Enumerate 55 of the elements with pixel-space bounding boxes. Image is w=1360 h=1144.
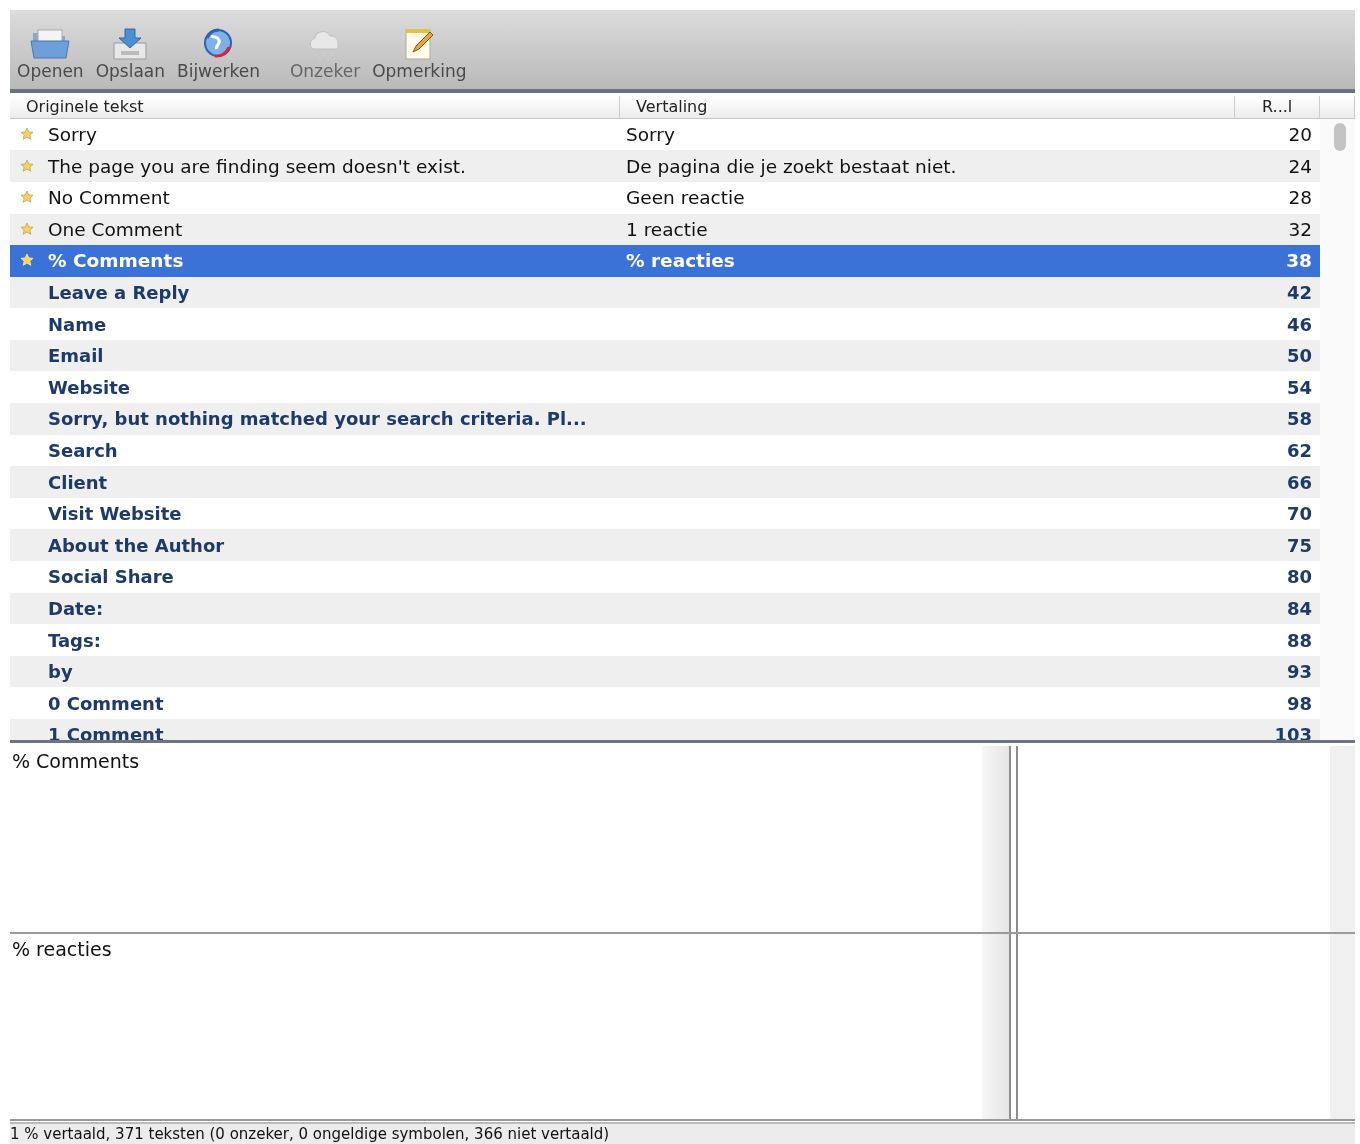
table-cell-text: 24 (1287, 155, 1313, 177)
table-cell-text: About the Author (48, 534, 226, 556)
table-cell-text: 50 (1285, 345, 1313, 367)
table-cell-text: Website (48, 376, 131, 398)
table-cell-text: Social Share (48, 566, 175, 588)
table-cell-text: 84 (1285, 597, 1313, 619)
table-cell-text: 66 (1285, 471, 1313, 493)
table-cell-text: Date: (48, 597, 105, 619)
table-cell-text: 58 (1285, 408, 1313, 430)
table-cell-text: 88 (1285, 629, 1313, 651)
table-cell-text: 0 Comment (48, 692, 165, 714)
toolbar-button[interactable]: Bijwerken (174, 26, 263, 89)
table-cell-text: 1 reactie (626, 218, 709, 240)
table-cell-text: One Comment (48, 218, 184, 240)
table-cell-text: % Comments (48, 250, 185, 272)
table-cell-text: Sorry, but nothing matched your search criteria. Pl... (48, 408, 588, 430)
table-cell-text: Client (48, 471, 109, 493)
table-cell-text: 28 (1287, 187, 1313, 209)
table-cell-text: Name (48, 313, 108, 335)
table-cell-text: 70 (1285, 503, 1313, 525)
status-text: 1 % vertaald, 371 teksten (0 onzeker, 0 ongeldige symbolen, 366 niet vertaald) (10, 1125, 610, 1143)
toolbar-button[interactable]: Openen (14, 26, 87, 89)
table-cell-text: No Comment (48, 187, 171, 209)
table-cell-text: Tags: (48, 629, 102, 651)
table-cell-text: 54 (1285, 376, 1313, 398)
text-area[interactable]: % Comments (10, 746, 982, 932)
text-area[interactable]: % reacties (10, 933, 982, 1119)
table-cell-text: % reacties (626, 250, 736, 272)
table-cell-text: Sorry (48, 124, 98, 145)
table-cell-text: 46 (1285, 313, 1313, 335)
toolbar-button[interactable]: Opslaan (92, 26, 168, 89)
table-cell-text: 20 (1287, 124, 1313, 145)
table-cell-text: 32 (1287, 218, 1313, 240)
table-cell-text: 93 (1285, 661, 1313, 683)
scrollbar-thumb[interactable] (1334, 122, 1346, 151)
table-cell-text: Search (48, 439, 119, 461)
table-cell-text: De pagina die je zoekt bestaat niet. (626, 155, 958, 177)
table-cell-text: Leave a Reply (48, 282, 191, 303)
column-header[interactable]: R...l (1235, 95, 1320, 118)
table-cell-text: 75 (1285, 534, 1313, 556)
table-cell-text: Sorry (626, 124, 676, 145)
table-cell-text: 42 (1285, 282, 1313, 303)
table-cell-text: Geen reactie (626, 187, 746, 209)
column-header[interactable]: Originele tekst (10, 95, 620, 118)
table-cell-text: by (48, 661, 74, 683)
table-cell-text: Visit Website (48, 503, 183, 525)
table-cell-text: 98 (1285, 692, 1313, 714)
table-cell-text: Email (48, 345, 105, 367)
toolbar-button[interactable]: Opmerking (369, 26, 470, 89)
table-cell-text: 80 (1285, 566, 1313, 588)
table-cell-text: 38 (1285, 250, 1313, 272)
folder-icon (29, 26, 72, 61)
table-cell-text: The page you are finding seem doesn't exist. (48, 155, 467, 177)
table-cell-text: 62 (1285, 439, 1313, 461)
column-header[interactable]: Vertaling (620, 95, 1235, 118)
